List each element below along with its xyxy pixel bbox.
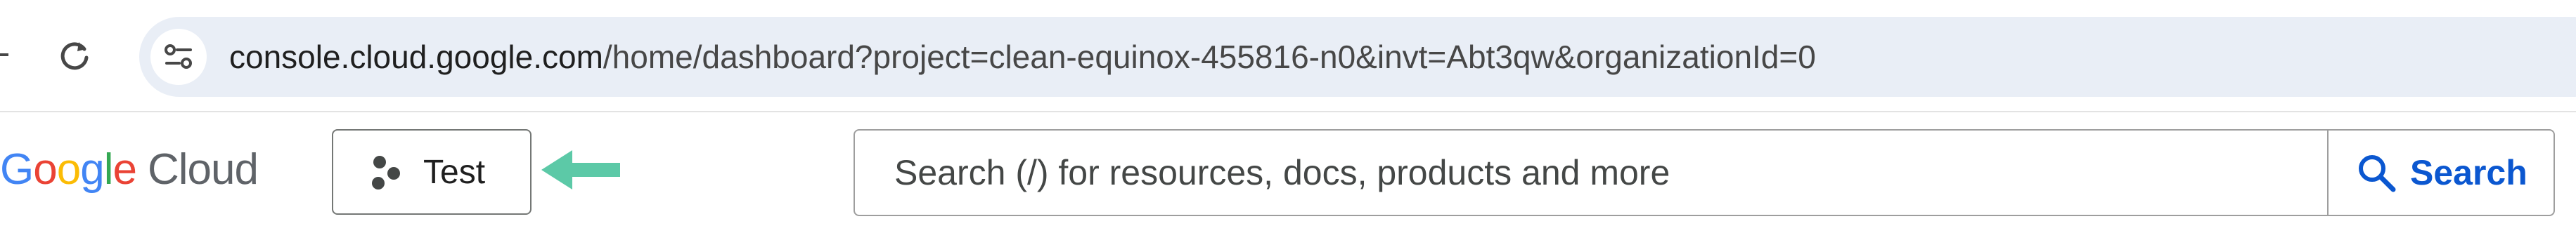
search-bar: Search [854, 129, 2555, 216]
logo-letter: G [0, 145, 34, 194]
logo-letter: g [80, 145, 104, 194]
console-header: Google Cloud Test Search [0, 112, 2576, 226]
search-button[interactable]: Search [2329, 131, 2555, 215]
logo-letter: o [33, 145, 57, 194]
project-picker-button[interactable]: Test [332, 129, 532, 215]
url-host: console.cloud.google.com [229, 39, 603, 75]
reload-icon [60, 42, 89, 70]
url-path: /home/dashboard?project=clean-equinox-45… [603, 39, 1816, 75]
reload-button[interactable] [51, 31, 98, 79]
address-bar[interactable]: console.cloud.google.com/home/dashboard?… [139, 17, 2576, 97]
tune-icon [165, 44, 192, 69]
annotation-arrow-icon [541, 150, 620, 190]
google-wordmark: Google [0, 145, 137, 194]
search-button-label: Search [2410, 153, 2527, 192]
browser-toolbar: console.cloud.google.com/home/dashboard?… [0, 0, 2576, 112]
back-arrow-icon[interactable] [0, 52, 8, 58]
logo-letter: o [56, 145, 81, 194]
search-input[interactable] [894, 131, 2300, 215]
site-info-button[interactable] [150, 29, 207, 85]
url-text[interactable]: console.cloud.google.com/home/dashboard?… [229, 17, 1816, 97]
logo-letter: e [112, 145, 136, 194]
google-cloud-logo[interactable]: Google Cloud [0, 142, 259, 198]
project-dots-icon [364, 151, 406, 193]
logo-letter: l [103, 145, 114, 194]
project-name-label: Test [423, 153, 486, 191]
cloud-wordmark: Cloud [147, 145, 259, 194]
search-icon [2359, 155, 2396, 192]
